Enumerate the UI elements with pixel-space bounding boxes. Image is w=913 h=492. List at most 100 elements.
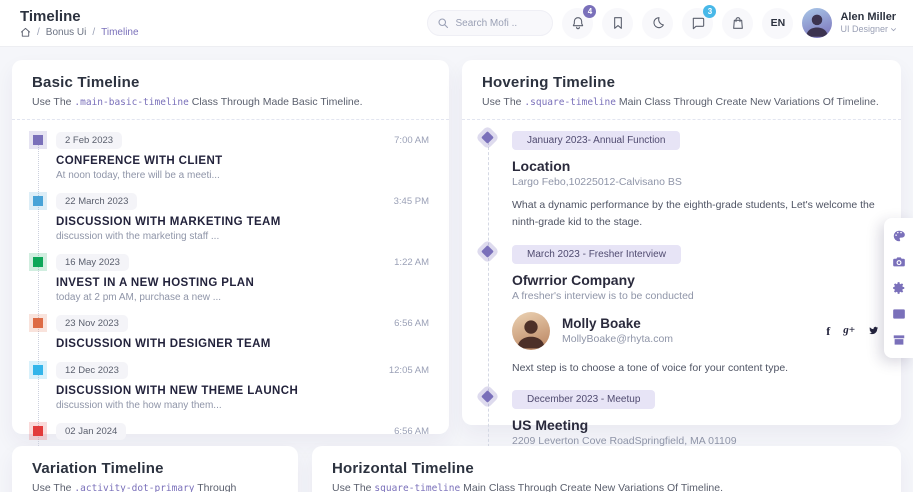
chat-icon xyxy=(690,15,706,31)
gear-icon[interactable] xyxy=(892,281,906,295)
messages-button[interactable]: 3 xyxy=(682,8,713,39)
event-time: 1:22 AM xyxy=(394,257,429,268)
timeline-marker xyxy=(33,318,43,328)
card-title: Horizontal Timeline xyxy=(332,460,881,477)
date-badge: 22 March 2023 xyxy=(56,193,137,210)
date-badge: 16 May 2023 xyxy=(56,254,129,271)
event-title: CONFERENCE WITH CLIENT xyxy=(56,155,429,167)
code-snippet: square-timeline xyxy=(374,483,460,492)
timeline-item: 2 Feb 20237:00 AM CONFERENCE WITH CLIENT… xyxy=(28,132,429,181)
timeline-marker xyxy=(33,365,43,375)
user-role: UI Designer xyxy=(840,24,888,35)
date-badge: 02 Jan 2024 xyxy=(56,423,126,440)
timeline-marker xyxy=(33,135,43,145)
palette-icon[interactable] xyxy=(892,229,906,243)
facebook-icon[interactable]: f xyxy=(826,325,830,337)
hovering-timeline-card: Hovering Timeline Use The .square-timeli… xyxy=(462,60,901,425)
event-title: DISCUSSION WITH MARKETING TEAM xyxy=(56,216,429,228)
event-title: DISCUSSION WITH DESIGNER TEAM xyxy=(56,338,429,350)
event-time: 6:56 AM xyxy=(394,318,429,329)
timeline-item: 12 Dec 2023 12:05 AM DISCUSSION WITH NEW … xyxy=(28,362,429,411)
event-description: discussion with the marketing staff ... xyxy=(56,231,429,242)
code-snippet: .square-timeline xyxy=(524,97,616,108)
search-icon xyxy=(437,17,449,29)
event-title: Location xyxy=(512,158,881,174)
horizontal-timeline-card: Horizontal Timeline Use The square-timel… xyxy=(312,446,901,492)
person-name: Molly Boake xyxy=(562,316,673,331)
timeline-marker xyxy=(33,426,43,436)
person-avatar xyxy=(512,312,550,350)
timeline-marker xyxy=(33,196,43,206)
event-title: INVEST IN A NEW HOSTING PLAN xyxy=(56,277,429,289)
code-snippet: .activity-dot-primary xyxy=(74,483,194,492)
event-badge: March 2023 - Fresher Interview xyxy=(512,245,681,264)
notifications-button[interactable]: 4 xyxy=(562,8,593,39)
card-title: Basic Timeline xyxy=(32,74,429,91)
search-box[interactable] xyxy=(427,10,553,36)
timeline-item: 16 May 2023 1:22 AM INVEST IN A NEW HOSTI… xyxy=(28,254,429,303)
card-title: Hovering Timeline xyxy=(482,74,881,91)
card-subtitle: Use The .main-basic-timeline Class Throu… xyxy=(32,96,429,108)
person-email: MollyBoake@rhyta.com xyxy=(562,333,673,345)
date-badge: 23 Nov 2023 xyxy=(56,315,128,332)
event-subtitle: A fresher's interview is to be conducted xyxy=(512,290,881,302)
card-title: Variation Timeline xyxy=(32,460,278,477)
variation-timeline-card: Variation Timeline Use The .activity-dot… xyxy=(12,446,298,492)
top-header: Timeline / Bonus Ui / Timeline 4 3 xyxy=(0,0,913,46)
breadcrumb: / Bonus Ui / Timeline xyxy=(20,27,139,38)
archive-icon[interactable] xyxy=(892,333,906,347)
chevron-down-icon xyxy=(890,26,897,33)
widgets-icon[interactable] xyxy=(892,307,906,321)
timeline-event[interactable]: March 2023 - Fresher Interview Ofwrrior … xyxy=(478,244,881,377)
home-icon[interactable] xyxy=(20,27,31,38)
user-avatar xyxy=(802,8,832,38)
basic-timeline: 2 Feb 20237:00 AM CONFERENCE WITH CLIENT… xyxy=(28,132,429,472)
event-subtitle: Largo Febo,10225012-Calvisano BS xyxy=(512,176,881,188)
event-badge: January 2023- Annual Function xyxy=(512,131,680,150)
event-description: today at 2 pm AM, purchase a new ... xyxy=(56,292,429,303)
social-links: f g+ xyxy=(826,325,881,337)
breadcrumb-separator: / xyxy=(37,27,40,38)
language-selector[interactable]: EN xyxy=(762,8,793,39)
user-name: Alen Miller xyxy=(840,11,897,25)
card-subtitle: Use The .square-timeline Main Class Thro… xyxy=(482,96,881,108)
page-title: Timeline xyxy=(20,8,139,25)
user-menu[interactable]: Alen Miller UI Designer xyxy=(802,8,897,38)
event-time: 6:56 AM xyxy=(394,426,429,437)
event-note: Next step is to choose a tone of voice f… xyxy=(512,360,881,377)
event-time: 7:00 AM xyxy=(394,135,429,146)
bell-icon xyxy=(570,15,586,31)
event-badge: December 2023 - Meetup xyxy=(512,390,655,409)
breadcrumb-separator: / xyxy=(92,27,95,38)
bookmarks-button[interactable] xyxy=(602,8,633,39)
breadcrumb-section[interactable]: Bonus Ui xyxy=(46,27,87,38)
bookmark-icon xyxy=(610,15,626,31)
event-title: Ofwrrior Company xyxy=(512,272,881,288)
twitter-icon[interactable] xyxy=(868,325,879,336)
search-input[interactable] xyxy=(455,18,541,29)
hovering-timeline: January 2023- Annual Function Location L… xyxy=(478,130,881,492)
timeline-item: 22 March 2023 3:45 PM DISCUSSION WITH MAR… xyxy=(28,193,429,242)
event-title: DISCUSSION WITH NEW THEME LAUNCH xyxy=(56,385,429,397)
message-badge: 3 xyxy=(703,5,716,18)
google-plus-icon[interactable]: g+ xyxy=(843,325,855,336)
date-badge: 12 Dec 2023 xyxy=(56,362,128,379)
event-description: discussion with the how many them... xyxy=(56,400,429,411)
notification-badge: 4 xyxy=(583,5,596,18)
camera-icon[interactable] xyxy=(892,255,906,269)
event-time: 12:05 AM xyxy=(389,365,429,376)
card-subtitle: Use The .activity-dot-primary Through Ro… xyxy=(32,482,278,492)
shopping-bag-icon xyxy=(730,15,746,31)
customizer-toolbar xyxy=(884,218,913,358)
timeline-marker xyxy=(33,257,43,267)
event-description: At noon today, there will be a meeti... xyxy=(56,170,429,181)
diamond-marker xyxy=(481,245,494,258)
timeline-event[interactable]: January 2023- Annual Function Location L… xyxy=(478,130,881,231)
cart-button[interactable] xyxy=(722,8,753,39)
code-snippet: .main-basic-timeline xyxy=(74,97,188,108)
dark-mode-button[interactable] xyxy=(642,8,673,39)
breadcrumb-current: Timeline xyxy=(101,27,138,38)
card-subtitle: Use The square-timeline Main Class Throu… xyxy=(332,482,881,492)
basic-timeline-card: Basic Timeline Use The .main-basic-timel… xyxy=(12,60,449,434)
event-time: 3:45 PM xyxy=(394,196,429,207)
